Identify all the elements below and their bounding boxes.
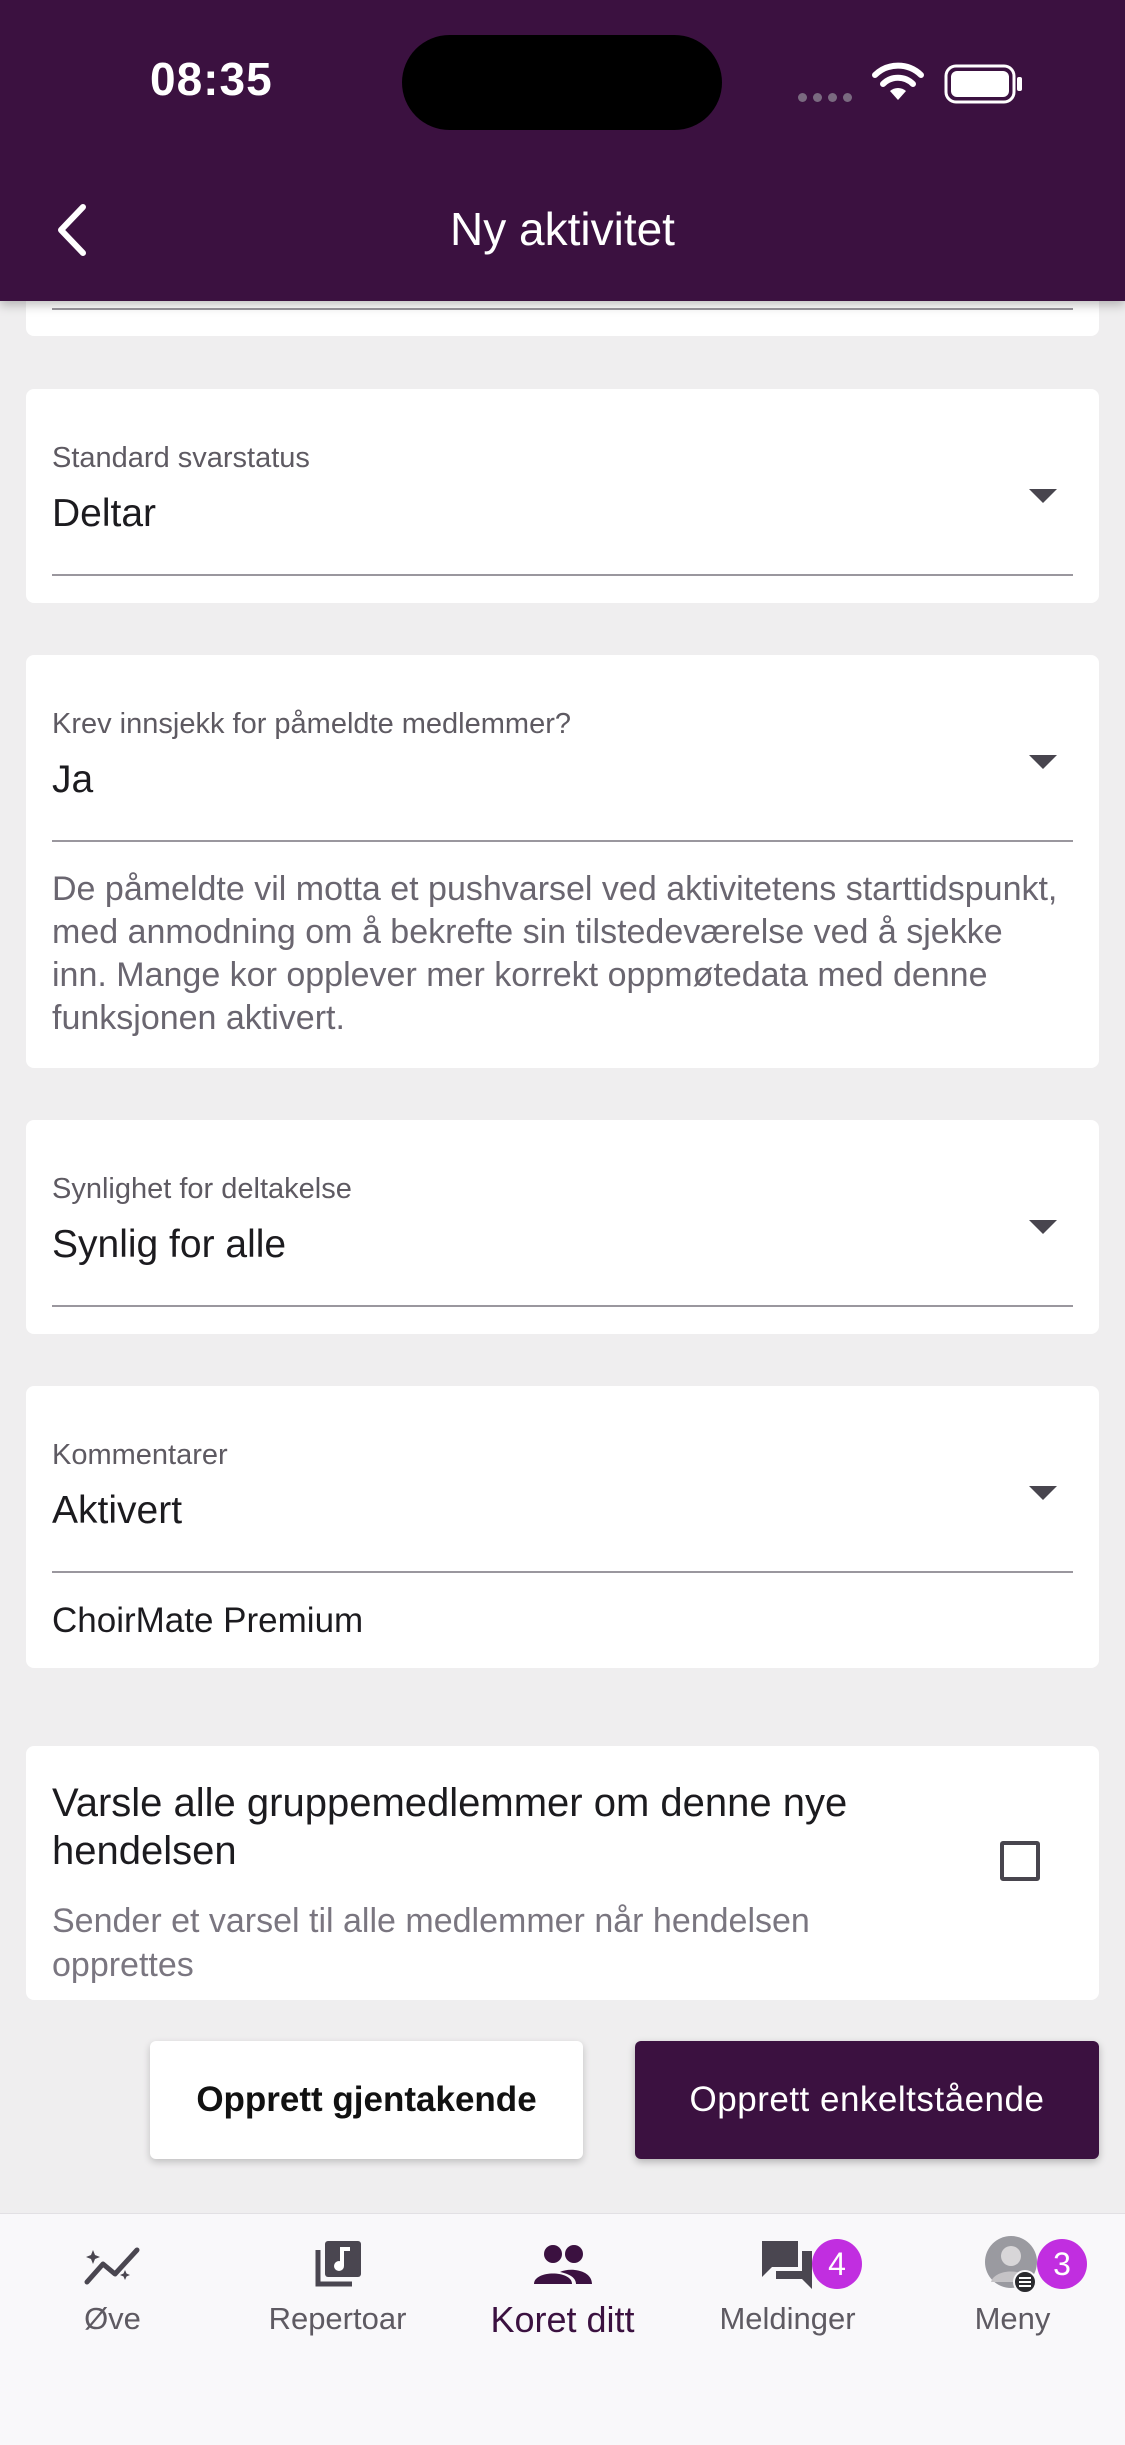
bottom-navigation: Øve Repertoar Koret ditt 4 Meldinger 3 M… [0, 2213, 1125, 2445]
comments-card[interactable]: Kommentarer Aktivert ChoirMate Premium [26, 1386, 1099, 1668]
visibility-value[interactable]: Synlig for alle [52, 1223, 286, 1267]
comments-value[interactable]: Aktivert [52, 1489, 182, 1533]
wifi-icon [872, 62, 924, 100]
checkin-label: Krev innsjekk for påmeldte medlemmer? [52, 708, 571, 740]
checkin-underline [52, 840, 1073, 842]
response-status-card[interactable]: Standard svarstatus Deltar [26, 389, 1099, 603]
comments-underline [52, 1571, 1073, 1573]
dropdown-arrow-icon[interactable] [1029, 1486, 1057, 1500]
messages-badge: 4 [812, 2239, 862, 2289]
checkin-card[interactable]: Krev innsjekk for påmeldte medlemmer? Ja… [26, 655, 1099, 1068]
nav-item-repertoire[interactable]: Repertoar [225, 2214, 450, 2364]
nav-label: Øve [84, 2301, 141, 2336]
comments-label: Kommentarer [52, 1439, 228, 1471]
visibility-card[interactable]: Synlighet for deltakelse Synlig for alle [26, 1120, 1099, 1334]
dynamic-island [402, 35, 722, 130]
app-header: 08:35 Ny aktivitet [0, 0, 1125, 301]
music-library-icon [315, 2241, 361, 2287]
dropdown-arrow-icon[interactable] [1029, 1220, 1057, 1234]
chat-icon [761, 2241, 812, 2289]
menu-badge: 3 [1037, 2239, 1087, 2289]
previous-field-underline [52, 308, 1073, 310]
nav-item-menu[interactable]: 3 Meny [900, 2214, 1125, 2364]
response-status-underline [52, 574, 1073, 576]
avatar [984, 2236, 1037, 2294]
create-single-button[interactable]: Opprett enkeltstående [635, 2041, 1099, 2159]
nav-item-practice[interactable]: Øve [0, 2214, 225, 2364]
notify-subtitle: Sender et varsel til alle medlemmer når … [52, 1902, 810, 1984]
response-status-value[interactable]: Deltar [52, 492, 156, 536]
battery-icon [944, 64, 1022, 104]
create-recurring-button[interactable]: Opprett gjentakende [150, 2041, 583, 2159]
notify-title: Varsle alle gruppemedlemmer om denne nye… [52, 1781, 848, 1873]
notify-members-card[interactable]: Varsle alle gruppemedlemmer om denne nye… [26, 1746, 1099, 2000]
response-status-label: Standard svarstatus [52, 442, 310, 474]
page-title: Ny aktivitet [450, 203, 675, 255]
dropdown-arrow-icon[interactable] [1029, 755, 1057, 769]
nav-label: Repertoar [268, 2301, 407, 2336]
cellular-signal-icon [798, 89, 858, 107]
visibility-underline [52, 1305, 1073, 1307]
checkin-helper-text: De påmeldte vil motta et pushvarsel ved … [52, 870, 1058, 1037]
nav-label: Koret ditt [490, 2299, 635, 2340]
group-icon [533, 2245, 592, 2284]
nav-item-messages[interactable]: 4 Meldinger [675, 2214, 900, 2364]
nav-item-your-choir[interactable]: Koret ditt [450, 2214, 675, 2364]
trend-icon [84, 2247, 139, 2285]
premium-note: ChoirMate Premium [52, 1601, 364, 1640]
notify-checkbox[interactable] [1000, 1841, 1040, 1881]
nav-label: Meldinger [719, 2301, 856, 2336]
nav-label: Meny [974, 2301, 1051, 2336]
status-time: 08:35 [150, 53, 273, 105]
visibility-label: Synlighet for deltakelse [52, 1173, 352, 1205]
dropdown-arrow-icon[interactable] [1029, 489, 1057, 503]
checkin-value[interactable]: Ja [52, 758, 93, 802]
